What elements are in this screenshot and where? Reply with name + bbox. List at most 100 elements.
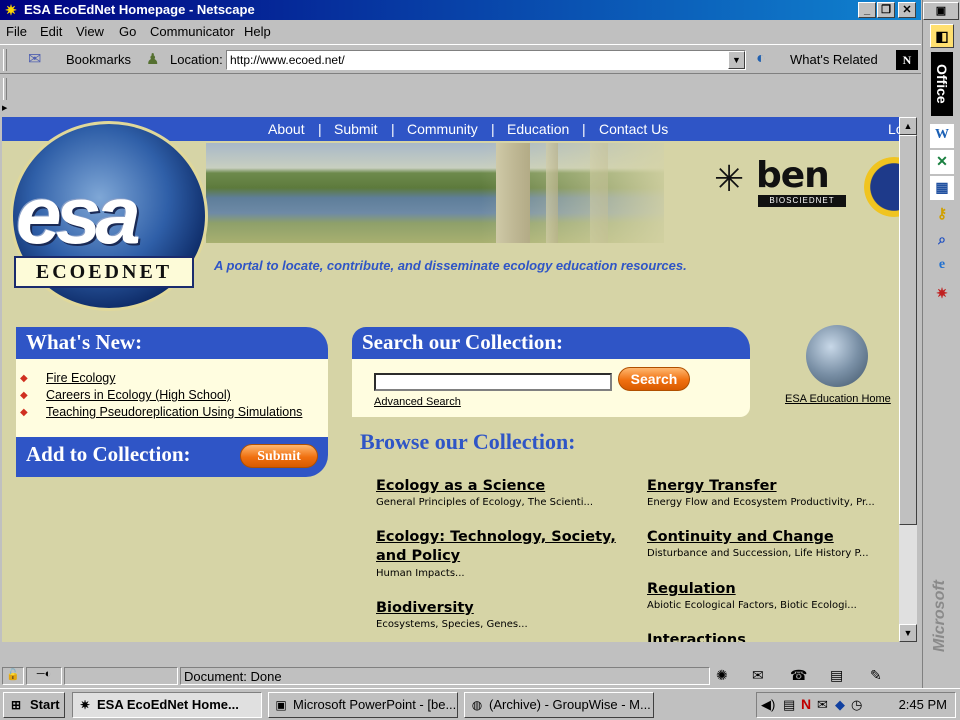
mail-icon[interactable]: ✉ [752,667,764,684]
network-tray-icon[interactable]: ◆ [835,697,845,713]
category-link[interactable]: Biodiversity [376,599,474,618]
menu-file[interactable]: File [6,24,27,39]
clock-tray-icon[interactable]: ◷ [851,697,862,713]
collapsed-toolbar-tab[interactable]: ▶ [2,104,12,113]
category-link[interactable]: Ecology as a Science [376,477,545,496]
task-groupwise[interactable]: ◍ (Archive) - GroupWise - M... [464,692,654,718]
find-icon[interactable]: ⌕ [930,228,954,252]
close-button[interactable]: ✕ [898,2,916,18]
add-to-collection-panel: Add to Collection: Submit [16,437,328,477]
category-description: Energy Flow and Ecosystem Productivity, … [647,497,875,508]
task-label: ESA EcoEdNet Home... [97,697,239,712]
nav-contact-us[interactable]: Contact Us [599,121,668,137]
whats-related-button[interactable]: What's Related [790,52,878,67]
nav-submit[interactable]: Submit [334,121,378,137]
title-bar[interactable]: ✷ ESA EcoEdNet Homepage - Netscape _ ❐ ✕ [0,0,921,20]
category-link[interactable]: Ecology: Technology, Society, and Policy [376,528,616,566]
netscape-icon: ✷ [5,2,17,18]
bullet-icon: ◆ [20,407,28,418]
education-globe-image[interactable] [806,325,868,387]
tree-trunk [590,143,608,243]
nav-separator: | [391,121,395,137]
vertical-scrollbar[interactable]: ▲ ▼ [899,117,917,642]
location-toolbar: ✉ Bookmarks ♟ Location: http://www.ecoed… [0,44,921,74]
netscape-logo-icon[interactable]: N [896,50,918,70]
tray-app-icon[interactable]: ▤ [783,697,795,713]
whats-new-heading: What's New: [16,327,328,359]
clock[interactable]: 2:45 PM [899,697,947,712]
bullet-icon: ◆ [20,373,28,384]
menu-go[interactable]: Go [119,24,136,39]
search-button[interactable]: Search [618,367,690,391]
nav-separator: | [491,121,495,137]
excel-icon[interactable]: ✕ [930,150,954,174]
search-input[interactable] [374,373,612,391]
nav-login[interactable]: Lo [888,121,899,137]
bookmarks-button[interactable]: Bookmarks [66,52,131,67]
esa-education-home-link[interactable]: ESA Education Home [785,393,891,405]
office-bar-menu-button[interactable]: ▣ [923,2,959,20]
whats-new-link[interactable]: Fire Ecology [46,371,115,385]
menu-communicator[interactable]: Communicator [150,24,235,39]
ben-star-icon: ✳ [714,158,745,199]
menu-view[interactable]: View [76,24,104,39]
ecoednet-logo-banner: ECOEDNET [14,256,194,288]
scroll-down-arrow-icon[interactable]: ▼ [899,624,917,642]
mail-tray-icon[interactable]: ✉ [817,697,828,713]
category-link[interactable]: Regulation [647,580,736,599]
personal-toolbar [0,76,921,102]
minimize-button[interactable]: _ [858,2,876,18]
status-bar: 🔓 ─◐ Document: Done ✺ ✉ ☎ ▤ ✎ [0,665,921,687]
whats-related-icon: ◐ [756,50,766,67]
security-lock-icon[interactable]: 🔓 [2,667,24,685]
location-dropdown-button[interactable]: ▼ [728,51,745,69]
netscape-tray-icon[interactable]: N [801,696,811,712]
netscape-icon: ✷ [79,698,91,712]
navigator-icon[interactable]: ✺ [716,667,728,684]
edit-pen-icon[interactable]: ✎ [870,667,882,684]
task-powerpoint[interactable]: ▣ Microsoft PowerPoint - [be... [268,692,458,718]
advanced-search-link[interactable]: Advanced Search [374,396,461,408]
menu-help[interactable]: Help [244,24,271,39]
location-url: http://www.ecoed.net/ [230,53,345,67]
menu-edit[interactable]: Edit [40,24,62,39]
scroll-up-arrow-icon[interactable]: ▲ [899,117,917,135]
internet-explorer-icon[interactable]: e [930,254,954,278]
toolbar-grip[interactable] [3,49,7,71]
whats-new-link[interactable]: Teaching Pseudoreplication Using Simulat… [46,405,302,419]
landscape-banner-image [206,143,664,243]
nav-about[interactable]: About [268,121,305,137]
toolbar-grip[interactable] [3,78,7,100]
start-button[interactable]: ⊞ Start [3,692,65,718]
nsdl-seal-logo[interactable] [864,157,899,217]
location-input[interactable]: http://www.ecoed.net/ ▼ [226,50,746,70]
category-link[interactable]: Interactions [647,631,746,642]
outlook-icon[interactable]: ▦ [930,176,954,200]
nav-community[interactable]: Community [407,121,478,137]
scroll-thumb[interactable] [899,135,917,525]
office-tool-icon[interactable]: ✷ [930,282,954,306]
office-shortcut-bar: ▣ ◧ Office W ✕ ▦ ⚷ ⌕ e ✷ Microsoft [922,0,960,688]
menu-bar: File Edit View Go Communicator Help [0,21,921,43]
task-netscape[interactable]: ✷ ESA EcoEdNet Home... [72,692,262,718]
category-link[interactable]: Energy Transfer [647,477,777,496]
submit-button[interactable]: Submit [240,444,318,468]
office-logo-icon[interactable]: ◧ [930,24,954,48]
word-icon[interactable]: W [930,124,954,148]
category-description: Abiotic Ecological Factors, Biotic Ecolo… [647,600,857,611]
whats-new-link[interactable]: Careers in Ecology (High School) [46,388,231,402]
maximize-button[interactable]: ❐ [877,2,895,18]
discussions-icon[interactable]: ☎ [790,667,807,684]
tree-trunk [546,143,558,243]
category-link[interactable]: Continuity and Change [647,528,834,547]
composer-icon[interactable]: ▤ [830,667,843,684]
tagline: A portal to locate, contribute, and diss… [214,258,687,273]
windows-logo-icon: ⊞ [10,698,22,712]
page-viewport: About | Submit | Community | Education |… [2,117,899,642]
ben-logo[interactable]: ✳ ben BIOSCIEDNET [712,151,852,211]
microsoft-logo: Microsoft [931,580,948,652]
ben-logo-text: ben [756,155,830,196]
speaker-icon[interactable]: ◀) [761,697,775,713]
key-icon[interactable]: ⚷ [930,202,954,226]
nav-education[interactable]: Education [507,121,569,137]
